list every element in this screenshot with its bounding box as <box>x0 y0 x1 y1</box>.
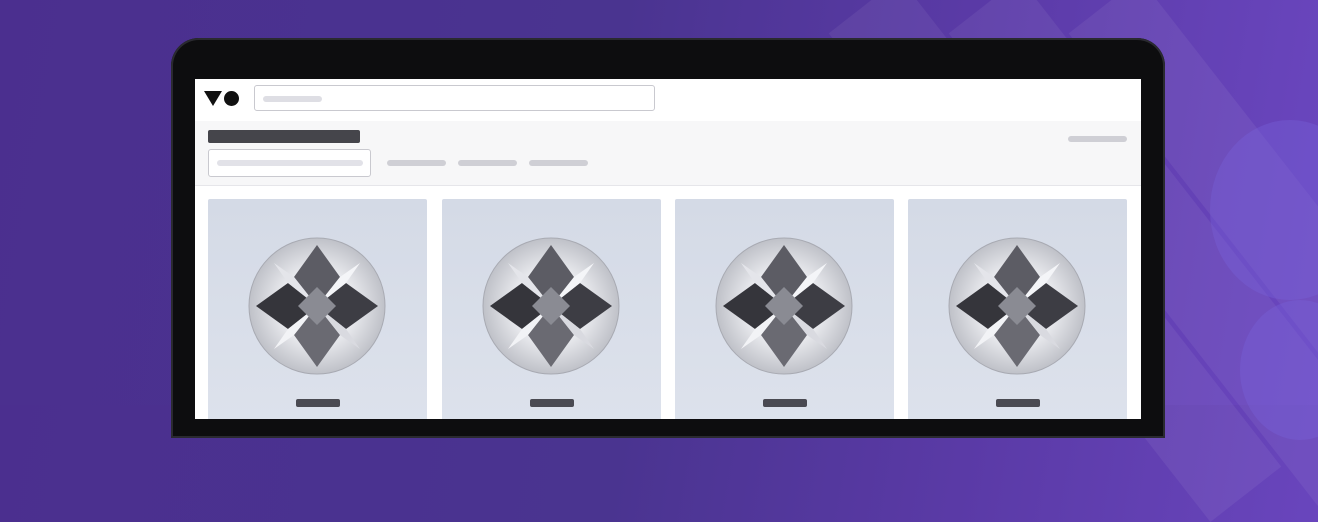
diamond-icon <box>248 237 386 375</box>
diamond-image <box>248 237 386 375</box>
diamond-icon <box>482 237 620 375</box>
filter-chip[interactable] <box>387 160 446 166</box>
diamond-image <box>715 237 853 375</box>
browser-screen <box>195 79 1141 419</box>
page-title <box>208 130 360 143</box>
logo-triangle-icon <box>204 91 222 106</box>
diamond-image <box>948 237 1086 375</box>
product-price <box>996 399 1040 407</box>
diamond-icon <box>948 237 1086 375</box>
product-price <box>296 399 340 407</box>
product-price <box>530 399 574 407</box>
diamond-icon <box>715 237 853 375</box>
filter-chip[interactable] <box>529 160 588 166</box>
product-card[interactable] <box>908 199 1127 419</box>
filter-placeholder <box>217 160 363 166</box>
search-placeholder <box>263 96 322 102</box>
logo-icon[interactable] <box>204 91 239 106</box>
product-card[interactable] <box>442 199 661 419</box>
product-card[interactable] <box>675 199 894 419</box>
search-input[interactable] <box>254 85 655 111</box>
filter-input[interactable] <box>208 149 371 177</box>
product-price <box>763 399 807 407</box>
filter-bar <box>195 121 1141 186</box>
top-navigation-bar <box>195 79 1141 121</box>
sort-link[interactable] <box>1068 136 1127 142</box>
filter-chip[interactable] <box>458 160 517 166</box>
diamond-image <box>482 237 620 375</box>
product-card[interactable] <box>208 199 427 419</box>
logo-circle-icon <box>224 91 239 106</box>
